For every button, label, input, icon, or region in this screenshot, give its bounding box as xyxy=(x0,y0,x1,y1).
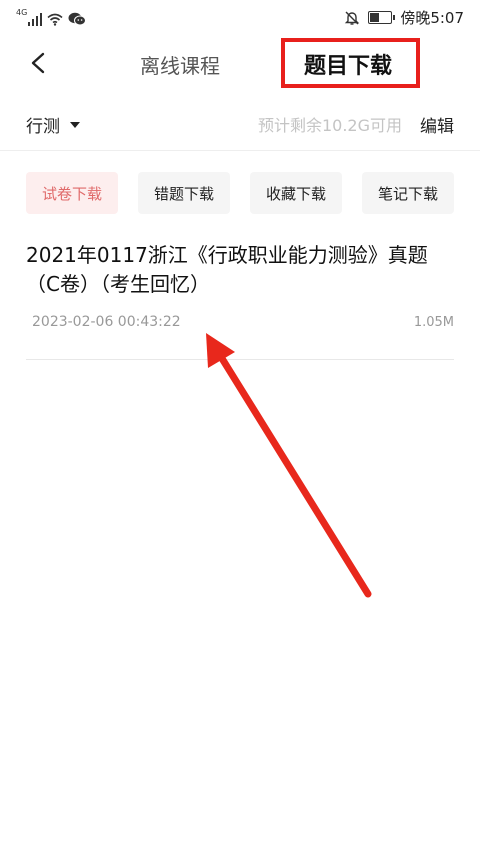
subject-dropdown[interactable]: 行测 xyxy=(26,112,80,137)
mute-bell-icon xyxy=(345,11,360,25)
signal-icon xyxy=(28,12,43,26)
item-date: 2023-02-06 00:43:22 xyxy=(32,314,181,330)
storage-remaining: 预计剩余10.2G可用 xyxy=(257,116,402,135)
wifi-icon xyxy=(47,13,63,26)
status-left: 4G xyxy=(16,6,87,26)
chip-notes-download[interactable]: 笔记下载 xyxy=(362,172,454,214)
tab-offline-course[interactable]: 离线课程 xyxy=(140,50,220,79)
back-arrow-icon[interactable] xyxy=(28,52,50,74)
edit-button[interactable]: 编辑 xyxy=(420,112,454,137)
divider xyxy=(0,150,480,151)
chip-paper-download[interactable]: 试卷下载 xyxy=(26,172,118,214)
wechat-icon xyxy=(68,12,87,26)
subject-bar: 行测 预计剩余10.2G可用 编辑 xyxy=(0,100,480,150)
chip-wrong-question-download[interactable]: 错题下载 xyxy=(138,172,230,214)
header: 离线课程 题目下载 xyxy=(0,34,480,94)
tab-question-download[interactable]: 题目下载 xyxy=(304,48,392,80)
status-right: 傍晚5:07 xyxy=(344,7,464,28)
item-divider xyxy=(26,359,454,360)
caret-down-icon xyxy=(70,121,80,128)
subject-label: 行测 xyxy=(26,117,60,137)
item-title: 2021年0117浙江《行政职业能力测验》真题（C卷）（考生回忆） xyxy=(26,243,428,296)
chip-favorites-download[interactable]: 收藏下载 xyxy=(250,172,342,214)
battery-icon xyxy=(368,11,396,24)
network-type: 4G xyxy=(16,8,28,17)
clock: 傍晚5:07 xyxy=(400,9,464,27)
download-type-chips: 试卷下载 错题下载 收藏下载 笔记下载 xyxy=(26,172,454,214)
item-size: 1.05M xyxy=(413,315,454,330)
status-bar: 4G 傍晚5:07 xyxy=(0,0,480,34)
